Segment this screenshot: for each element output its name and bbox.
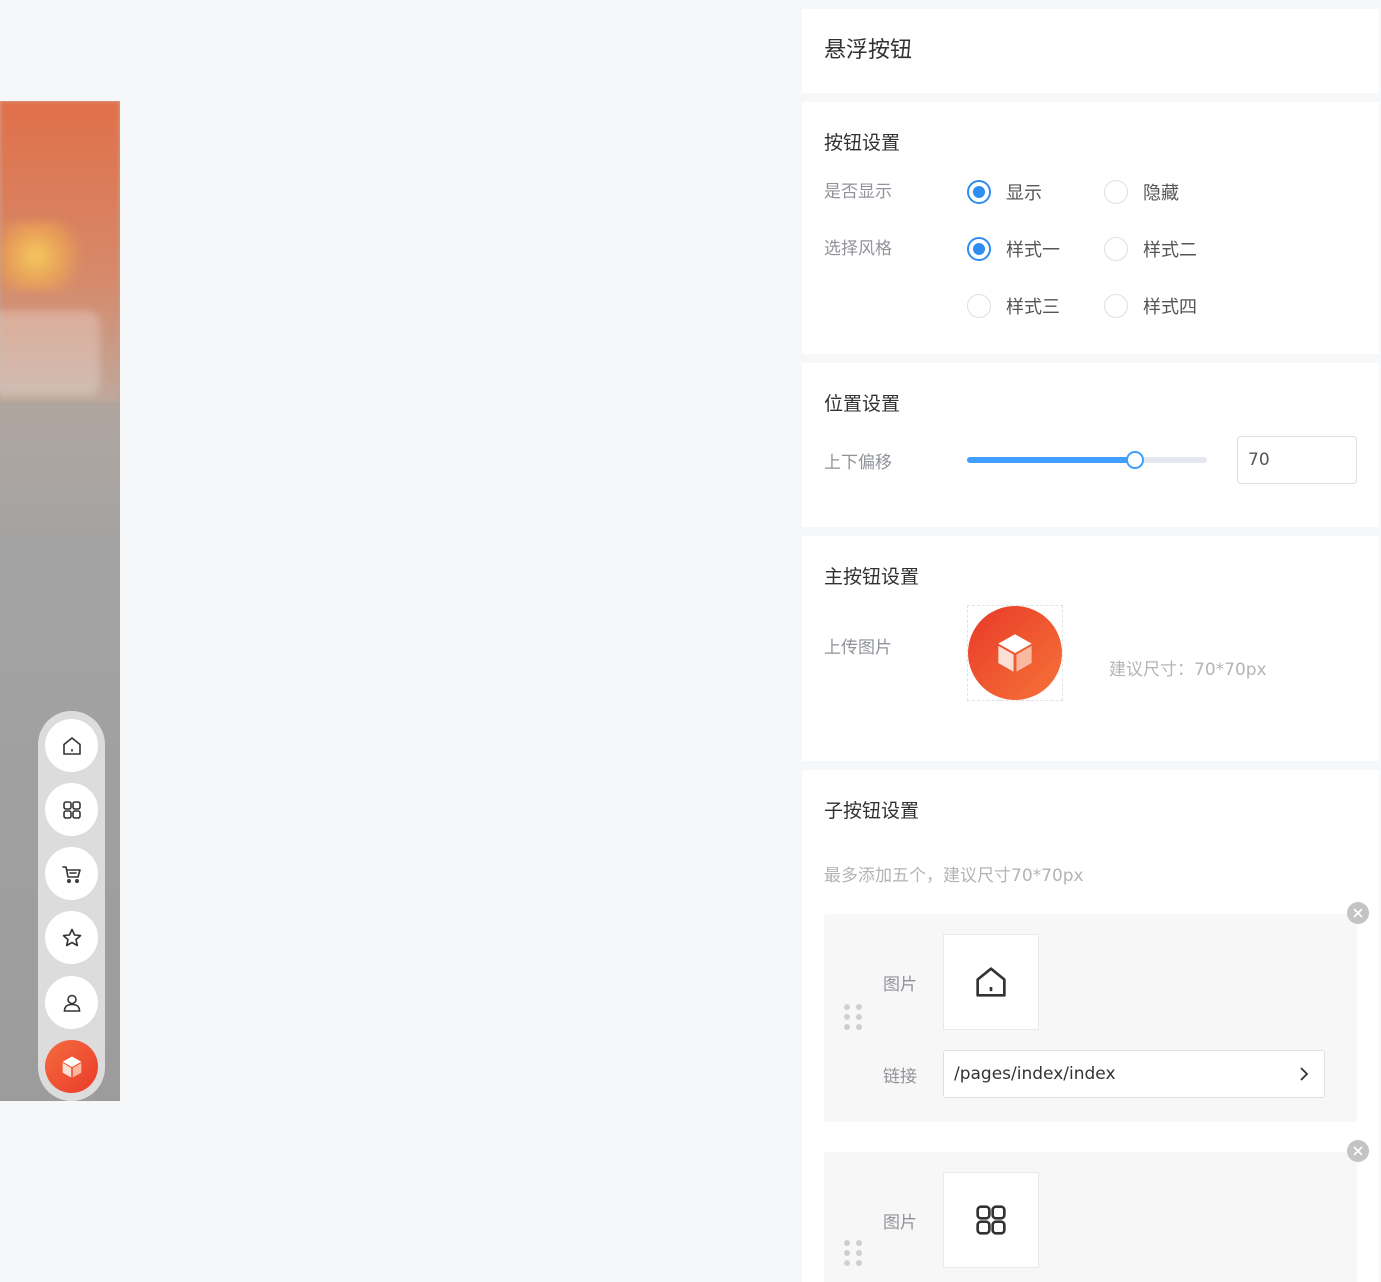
remove-sub-button-icon[interactable] [1347,1140,1369,1162]
preview-star-icon[interactable] [45,911,98,964]
offset-slider-fill [967,457,1135,463]
section-title-button-settings: 按钮设置 [824,132,901,154]
link-value: /pages/index/index [954,1064,1116,1084]
home-icon [946,937,1036,1027]
show-label: 是否显示 [824,182,892,202]
button-settings-card: 按钮设置 是否显示 显示 隐藏 选择风格 样式一 样式二 样式三 样式四 [802,102,1379,354]
radio-style-3[interactable]: 样式三 [967,293,1104,319]
remove-sub-button-icon[interactable] [1347,902,1369,924]
preview-card-blur [0,311,100,396]
preview-banner-blur [0,221,90,291]
settings-panel: 悬浮按钮 按钮设置 是否显示 显示 隐藏 选择风格 样式一 样式二 样式三 样式… [802,9,1379,1282]
show-row: 是否显示 显示 隐藏 [824,177,1357,207]
section-title-sub-buttons: 子按钮设置 [824,800,920,822]
main-button-card: 主按钮设置 上传图片 建议尺寸：70*70px [802,536,1379,761]
radio-style-4[interactable]: 样式四 [1104,293,1241,319]
radio-style-1-label: 样式一 [1006,240,1060,261]
link-selector[interactable]: /pages/index/index [943,1050,1325,1098]
radio-show-dot[interactable] [967,180,991,204]
phone-preview [0,101,120,1101]
title-card: 悬浮按钮 [802,9,1379,93]
main-button-upload[interactable] [967,605,1063,701]
sub-image-label: 图片 [883,974,917,995]
offset-input[interactable]: 70 [1237,436,1357,484]
preview-user-icon[interactable] [45,976,98,1029]
sub-link-row: 链接 /pages/index/index [883,1050,1325,1098]
sub-image-upload[interactable] [943,1172,1039,1268]
sub-button-item: 图片 链接 /pages/index/index [824,902,1369,1122]
chevron-right-icon [1300,1067,1309,1081]
grid-icon [946,1175,1036,1265]
radio-style-1[interactable]: 样式一 [967,236,1104,262]
upload-label: 上传图片 [824,637,892,658]
preview-home-icon[interactable] [45,719,98,772]
radio-hide-label: 隐藏 [1143,183,1179,204]
radio-show[interactable]: 显示 [967,179,1104,205]
style-label: 选择风格 [824,239,892,259]
radio-style-2-dot[interactable] [1104,237,1128,261]
preview-cart-icon[interactable] [45,847,98,900]
preview-grid-icon[interactable] [45,783,98,836]
radio-style-3-dot[interactable] [967,294,991,318]
section-title-main-button: 主按钮设置 [824,566,920,588]
sub-button-item: 图片 [824,1140,1369,1282]
drag-handle-icon[interactable] [844,1004,862,1030]
sub-image-row: 图片 [883,934,1039,1030]
sub-buttons-card: 子按钮设置 最多添加五个，建议尺寸70*70px 图片 链接 /pages/in… [802,770,1379,1282]
style-row-2: 样式三 样式四 [824,291,1357,321]
radio-style-1-dot[interactable] [967,237,991,261]
radio-hide[interactable]: 隐藏 [1104,179,1241,205]
style-row: 选择风格 样式一 样式二 [824,234,1357,264]
offset-slider[interactable] [967,451,1207,469]
floating-button-bar [38,711,105,1101]
offset-slider-thumb[interactable] [1126,451,1144,469]
upload-row: 上传图片 建议尺寸：70*70px [824,605,1357,701]
drag-handle-icon[interactable] [844,1240,862,1266]
radio-style-3-label: 样式三 [1006,297,1060,318]
cube-icon [968,606,1062,700]
radio-style-4-dot[interactable] [1104,294,1128,318]
radio-show-label: 显示 [1006,183,1042,204]
preview-main-cube-icon[interactable] [45,1040,98,1093]
radio-style-2-label: 样式二 [1143,240,1197,261]
page-title: 悬浮按钮 [824,38,913,63]
position-settings-card: 位置设置 上下偏移 70 [802,363,1379,527]
sub-link-label: 链接 [883,1066,917,1087]
sub-image-row: 图片 [883,1172,1039,1268]
sub-buttons-hint: 最多添加五个，建议尺寸70*70px [824,866,1084,886]
size-hint: 建议尺寸：70*70px [1109,659,1267,680]
section-title-position: 位置设置 [824,393,901,415]
offset-label: 上下偏移 [824,452,892,473]
offset-row: 上下偏移 70 [824,436,1357,484]
radio-style-2[interactable]: 样式二 [1104,236,1241,262]
radio-style-4-label: 样式四 [1143,297,1197,318]
sub-image-label: 图片 [883,1212,917,1233]
radio-hide-dot[interactable] [1104,180,1128,204]
sub-image-upload[interactable] [943,934,1039,1030]
